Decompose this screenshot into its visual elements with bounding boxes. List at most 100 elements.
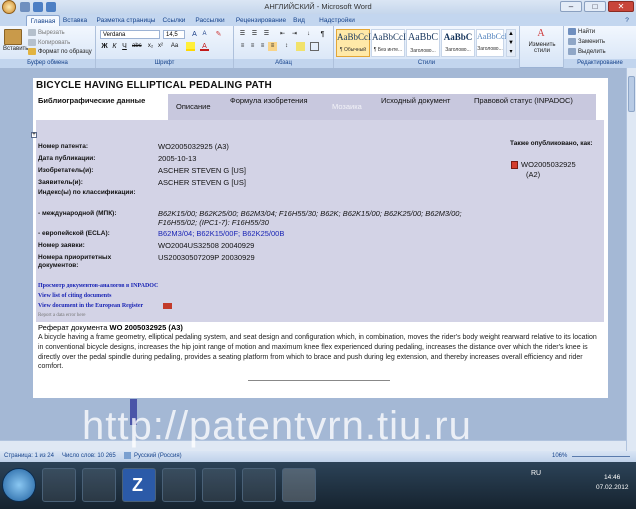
window-title: АНГЛИЙСКИЙ - Microsoft Word (264, 2, 372, 11)
tab-description[interactable]: Описание (174, 94, 226, 120)
tab-insert[interactable]: Вставка (62, 15, 88, 26)
subscript-icon[interactable]: x₂ (146, 42, 155, 51)
language-indicator[interactable]: Русский (Россия) (134, 453, 182, 459)
style-heading-3[interactable]: AaBbCcI Заголово... (476, 29, 507, 57)
font-group: Verdana 14,5 A A ✎ Ж К Ч abc x₂ x² Aa А … (96, 26, 234, 68)
tab-review[interactable]: Рецензирование (234, 15, 288, 26)
style-normal[interactable]: AaBbCcI ¶ Обычный (336, 29, 371, 57)
sort-icon[interactable]: ↓ (304, 30, 313, 39)
bold-button[interactable]: Ж (100, 42, 109, 51)
maximize-button[interactable]: □ (584, 1, 606, 12)
clock-time[interactable]: 14:46 (604, 474, 620, 481)
pdf-icon[interactable] (511, 161, 518, 169)
font-size-field[interactable]: 14,5 (163, 30, 185, 39)
citing-docs-link[interactable]: View list of citing documents (38, 293, 111, 299)
word-count[interactable]: Число слов: 10 265 (62, 453, 116, 459)
skype-icon[interactable] (202, 468, 236, 502)
word-taskbar-icon[interactable] (282, 468, 316, 502)
european-register-link[interactable]: View document in the European Register (38, 303, 143, 309)
app-z-icon[interactable]: Z (122, 468, 156, 502)
select-button[interactable]: Выделить (568, 48, 606, 55)
tab-mailings[interactable]: Рассылки (194, 15, 226, 26)
paste-icon[interactable] (4, 29, 22, 45)
replace-button[interactable]: Заменить (568, 38, 605, 45)
application-number-label: Номер заявки: (38, 242, 85, 249)
tab-page-layout[interactable]: Разметка страницы (95, 15, 157, 26)
editing-group: Найти Заменить Выделить Редактирование (564, 26, 636, 68)
style-no-spacing[interactable]: AaBbCcI ¶ Без инте... (371, 29, 406, 57)
inventors-value: ASCHER STEVEN G [US] (158, 166, 246, 175)
chrome-icon[interactable] (162, 468, 196, 502)
page-count[interactable]: Страница: 1 из 24 (4, 453, 54, 459)
style-heading-2[interactable]: AaBbC Заголово... (441, 29, 475, 57)
align-right-icon[interactable]: ≡ (258, 42, 267, 51)
highlight-icon[interactable] (186, 42, 195, 51)
change-styles-icon[interactable]: A (533, 28, 549, 40)
increase-indent-icon[interactable]: ⇥ (290, 30, 299, 39)
zoom-slider[interactable] (572, 456, 630, 457)
close-button[interactable]: ✕ (608, 1, 634, 12)
tab-home[interactable]: Главная (26, 15, 60, 26)
find-button[interactable]: Найти (568, 28, 595, 35)
borders-icon[interactable] (310, 42, 319, 51)
inpadoc-family-link[interactable]: Просмотр документов-аналогов в INPADOC (38, 283, 158, 289)
multilevel-icon[interactable]: ☰ (262, 30, 271, 39)
folder-icon[interactable] (242, 468, 276, 502)
superscript-icon[interactable]: x² (156, 42, 165, 51)
cut-button[interactable]: Вырезать (28, 29, 65, 36)
shrink-font-icon[interactable]: A (200, 30, 209, 39)
tab-references[interactable]: Ссылки (160, 15, 188, 26)
start-button[interactable] (2, 468, 36, 502)
change-case-icon[interactable]: Aa (170, 42, 179, 51)
shading-icon[interactable] (296, 42, 305, 51)
tab-claims[interactable]: Формула изобретения (228, 94, 320, 120)
copy-icon (28, 39, 36, 46)
styles-scroll[interactable]: ▲ ▼ ▾ (506, 29, 516, 57)
minimize-button[interactable]: – (560, 1, 582, 12)
font-color-button[interactable]: А (200, 42, 209, 51)
ribbon: Вставить Вырезать Копировать Формат по о… (0, 26, 636, 68)
paste-button[interactable]: Вставить (3, 46, 28, 52)
decrease-indent-icon[interactable]: ⇤ (278, 30, 287, 39)
also-published-doc[interactable]: WO2005032925 (521, 160, 576, 169)
strike-icon[interactable]: abc (132, 42, 142, 51)
tab-view[interactable]: Вид (292, 15, 306, 26)
explorer-icon[interactable] (42, 468, 76, 502)
grow-font-icon[interactable]: A (190, 30, 199, 39)
report-error-link[interactable]: Report a data error here (38, 313, 85, 318)
clock-date[interactable]: 07.02.2012 (596, 484, 629, 491)
clear-format-icon[interactable]: ✎ (214, 30, 223, 39)
vertical-scrollbar[interactable] (626, 68, 636, 451)
ecla-value[interactable]: B62M3/04; B62K15/00F; B62K25/00B (158, 229, 284, 238)
spellcheck-icon[interactable] (124, 452, 131, 459)
bullets-icon[interactable]: ☰ (238, 30, 247, 39)
align-left-icon[interactable]: ≡ (238, 42, 247, 51)
numbering-icon[interactable]: ☰ (250, 30, 259, 39)
tab-bibliographic[interactable]: Библиографические данные (36, 94, 168, 120)
media-player-icon[interactable] (82, 468, 116, 502)
format-painter-button[interactable]: Формат по образцу (28, 48, 92, 55)
ribbon-tabs: Главная Вставка Разметка страницы Ссылки… (0, 14, 636, 26)
tab-mosaic[interactable]: Мозаика (330, 94, 370, 120)
zoom-level[interactable]: 106% (552, 453, 567, 459)
tab-original-document[interactable]: Исходный документ (379, 94, 465, 120)
keyboard-language[interactable]: RU (531, 470, 541, 477)
underline-button[interactable]: Ч (120, 42, 129, 51)
change-styles-button[interactable]: Изменить стили (522, 42, 562, 54)
tab-legal-status[interactable]: Правовой статус (INPADOC) (472, 94, 596, 120)
align-center-icon[interactable]: ≡ (248, 42, 257, 51)
justify-icon[interactable]: ≡ (268, 42, 277, 51)
format-painter-label: Формат по образцу (38, 49, 92, 56)
table-move-handle[interactable]: + (31, 132, 37, 138)
pilcrow-icon[interactable]: ¶ (318, 30, 327, 39)
tab-addins[interactable]: Надстройки (316, 15, 358, 26)
help-icon[interactable]: ? (621, 15, 633, 26)
style-heading-1[interactable]: AaBbC Заголово... (406, 29, 440, 57)
italic-button[interactable]: К (110, 42, 119, 51)
priority-label: Номера приоритетных документов: (38, 254, 112, 269)
also-published-kind: (A2) (526, 170, 541, 179)
copy-button[interactable]: Копировать (28, 39, 70, 46)
scroll-thumb[interactable] (628, 76, 635, 112)
font-name-field[interactable]: Verdana (100, 30, 160, 39)
line-spacing-icon[interactable]: ↕ (282, 42, 291, 51)
